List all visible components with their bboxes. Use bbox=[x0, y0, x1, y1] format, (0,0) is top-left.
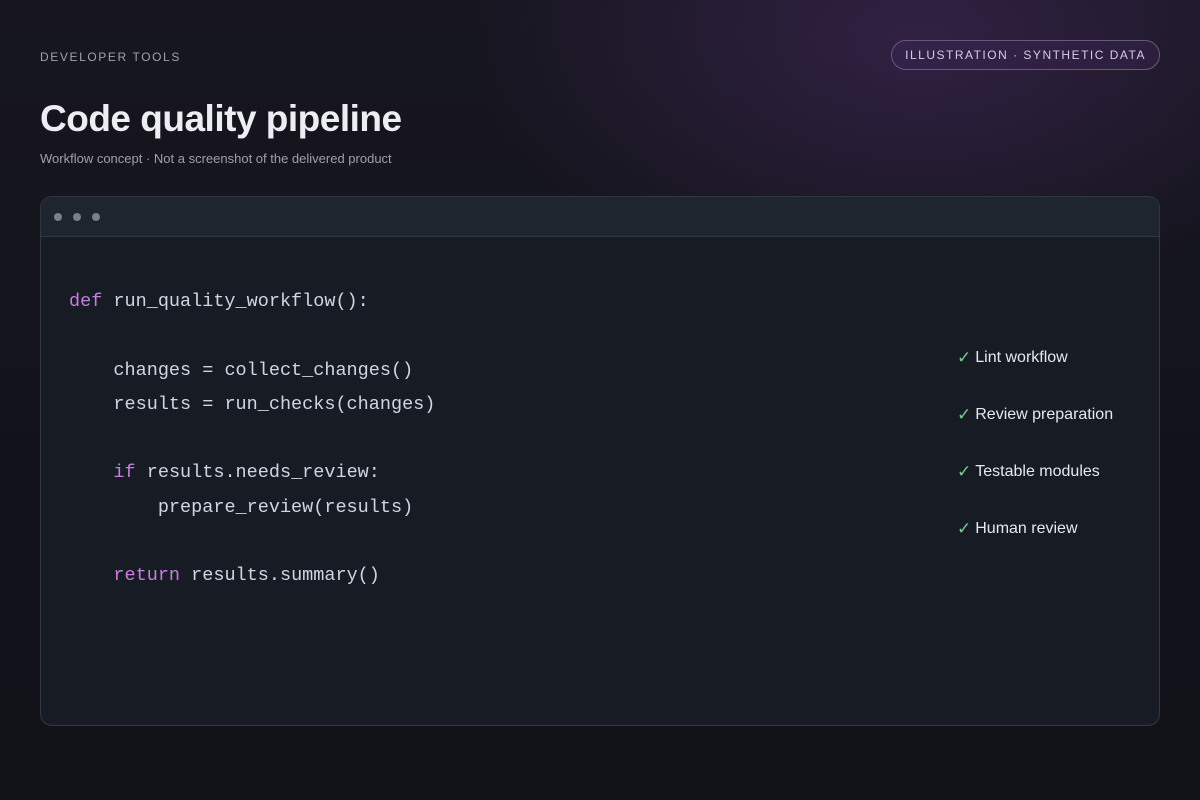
code-editor-window: def run_quality_workflow(): changes = co… bbox=[40, 196, 1160, 726]
checklist-item: ✓ Testable modules bbox=[957, 443, 1113, 500]
code-line: def run_quality_workflow(): bbox=[69, 291, 369, 312]
checklist-item: ✓ Human review bbox=[957, 500, 1113, 557]
window-dot-icon bbox=[54, 212, 62, 221]
code-line: results = run_checks(changes) bbox=[113, 393, 436, 415]
check-icon: ✓ bbox=[957, 347, 972, 367]
checklist-item: ✓ Review preparation bbox=[957, 386, 1113, 443]
page-title: Code quality pipeline bbox=[40, 98, 402, 139]
checklist-item: ✓ Lint workflow bbox=[957, 329, 1113, 386]
code-line: if results.needs_review: bbox=[113, 462, 380, 484]
window-dot-icon bbox=[73, 212, 81, 221]
code-line: return results.summary() bbox=[113, 565, 380, 587]
illustration-badge: ILLUSTRATION · SYNTHETIC DATA bbox=[891, 40, 1160, 70]
code-keyword: def bbox=[69, 291, 103, 312]
page-subtitle: Workflow concept · Not a screenshot of t… bbox=[40, 151, 392, 166]
checklist-item-label: Lint workflow bbox=[975, 348, 1068, 366]
checklist-item-label: Testable modules bbox=[975, 462, 1100, 480]
window-dot-icon bbox=[92, 212, 100, 221]
window-titlebar bbox=[41, 197, 1159, 237]
check-icon: ✓ bbox=[957, 404, 972, 424]
quality-checklist: ✓ Lint workflow ✓ Review preparation ✓ T… bbox=[957, 329, 1113, 557]
checklist-item-label: Human review bbox=[975, 519, 1078, 537]
code-line: prepare_review(results) bbox=[157, 496, 414, 518]
code-keyword: return bbox=[113, 565, 181, 587]
check-icon: ✓ bbox=[957, 461, 972, 481]
checklist-item-label: Review preparation bbox=[975, 405, 1114, 423]
code-keyword: if bbox=[113, 462, 136, 484]
check-icon: ✓ bbox=[957, 518, 972, 538]
section-eyebrow: DEVELOPER TOOLS bbox=[40, 50, 181, 64]
code-block: def run_quality_workflow(): changes = co… bbox=[69, 285, 435, 594]
code-line: changes = collect_changes() bbox=[113, 359, 414, 381]
